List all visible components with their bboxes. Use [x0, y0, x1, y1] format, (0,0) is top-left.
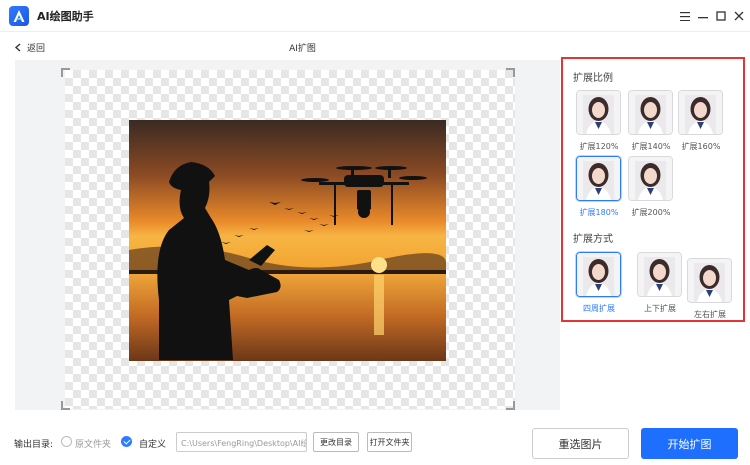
page-title: AI扩图 [289, 44, 316, 54]
reselect-image-button[interactable]: 重选图片 [532, 428, 629, 459]
ratio-section-title: 扩展比例 [573, 73, 613, 84]
sub-header: 返回 AI扩图 [0, 32, 750, 60]
ratio-option-label: 扩展200% [631, 208, 671, 217]
mode-section-title: 扩展方式 [573, 234, 613, 245]
mode-option-label: 四周扩展 [583, 304, 615, 313]
maximize-icon[interactable] [712, 9, 730, 23]
corner-handle-top-right[interactable] [506, 68, 515, 77]
mode-option-label: 上下扩展 [644, 304, 676, 313]
open-folder-button[interactable]: 打开文件夹 [367, 432, 412, 452]
output-dir-label: 输出目录: [14, 440, 54, 450]
mode-option-label: 左右扩展 [694, 310, 726, 319]
output-path-field[interactable]: C:\Users\FengRing\Desktop\AI绘 [176, 432, 307, 452]
ratio-option-label: 扩展120% [579, 142, 619, 151]
window-controls [676, 9, 748, 23]
close-icon[interactable] [730, 9, 748, 23]
minimize-icon[interactable] [694, 9, 712, 23]
portrait-thumbnail [577, 91, 620, 134]
app-logo-icon [9, 5, 29, 26]
preview-canvas [15, 60, 560, 410]
ratio-option-label: 扩展160% [681, 142, 721, 151]
menu-icon[interactable] [676, 9, 694, 23]
ratio-option-label: 扩展180% [579, 208, 619, 217]
corner-handle-bottom-left[interactable] [61, 401, 70, 410]
ratio-option-1[interactable] [576, 90, 621, 135]
original-folder-label: 原文件夹 [75, 440, 112, 450]
portrait-thumbnail [679, 91, 722, 134]
custom-folder-label: 自定义 [139, 440, 167, 450]
ratio-option-label: 扩展140% [631, 142, 671, 151]
original-folder-radio[interactable] [61, 436, 72, 447]
ratio-option-4[interactable] [576, 156, 621, 201]
mode-option-1[interactable] [576, 252, 621, 297]
portrait-thumbnail [629, 157, 672, 200]
mode-option-2[interactable] [637, 252, 682, 297]
portrait-thumbnail [577, 157, 620, 200]
change-dir-button[interactable]: 更改目录 [313, 432, 359, 452]
portrait-thumbnail [629, 91, 672, 134]
portrait-thumbnail [638, 253, 681, 296]
expansion-settings-panel: 扩展比例 扩展120% 扩展140% 扩展160% 扩展180% 扩展200% 扩展方式… [561, 57, 745, 322]
start-expand-button[interactable]: 开始扩图 [641, 428, 738, 459]
mode-option-3[interactable] [687, 258, 732, 303]
portrait-thumbnail [688, 259, 731, 302]
corner-handle-top-left[interactable] [61, 68, 70, 77]
title-bar: AI绘图助手 [0, 0, 750, 32]
corner-handle-bottom-right[interactable] [506, 401, 515, 410]
ratio-option-2[interactable] [628, 90, 673, 135]
app-title: AI绘图助手 [37, 9, 94, 23]
ratio-option-5[interactable] [628, 156, 673, 201]
ratio-option-3[interactable] [678, 90, 723, 135]
custom-folder-radio[interactable] [121, 436, 132, 447]
source-image [129, 120, 446, 361]
bottom-toolbar: 输出目录: 原文件夹 自定义 C:\Users\FengRing\Desktop… [0, 420, 750, 465]
portrait-thumbnail [577, 253, 620, 296]
